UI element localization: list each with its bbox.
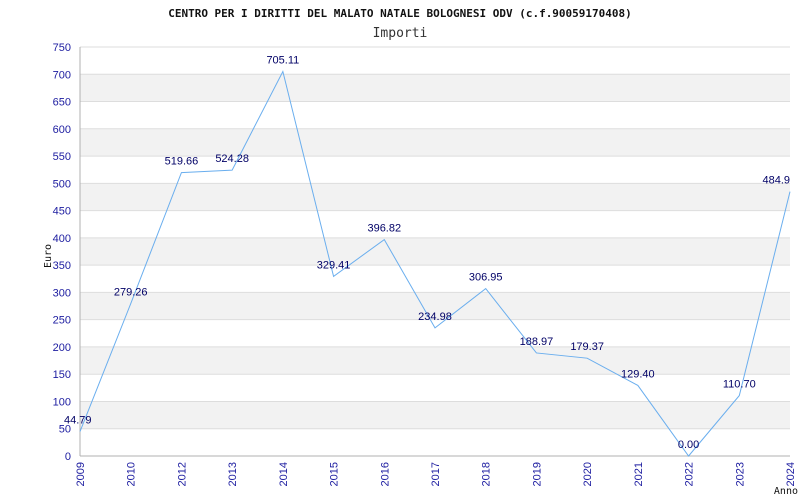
y-tick-label: 450 (53, 206, 71, 218)
data-label: 110.70 (723, 379, 756, 391)
x-tick-label: 2015 (329, 462, 341, 486)
data-label: 179.37 (570, 341, 604, 353)
y-tick-label: 500 (53, 178, 71, 190)
grid-band (80, 183, 790, 211)
x-axis-ticks: 2009 2010 2012 2013 2014 2015 2016 2017 2018 2019… (75, 462, 797, 486)
data-label: 306.95 (469, 272, 503, 284)
x-tick-label: 2024 (785, 462, 797, 486)
y-tick-label: 150 (53, 369, 71, 381)
y-tick-label: 200 (53, 342, 71, 354)
data-label: 44.79 (64, 415, 92, 427)
x-axis-label: Anno (774, 486, 798, 497)
y-tick-label: 250 (53, 315, 71, 327)
line-chart: CENTRO PER I DIRITTI DEL MALATO NATALE B… (43, 7, 798, 497)
y-tick-label: 350 (53, 260, 71, 272)
data-label: 519.66 (165, 156, 199, 168)
x-tick-label: 2009 (75, 462, 87, 486)
chart-subtitle: Importi (373, 26, 428, 41)
x-tick-label: 2022 (684, 462, 696, 486)
y-axis-ticks: 0501001502002503003504004505005506006507… (53, 42, 71, 463)
grid-band (80, 237, 790, 266)
grid-band (80, 401, 790, 429)
grid-band (80, 346, 790, 375)
data-label: 0.00 (678, 439, 699, 451)
x-tick-label: 2012 (176, 462, 188, 486)
x-tick-label: 2017 (430, 462, 442, 486)
y-tick-label: 400 (53, 233, 71, 245)
data-label: 279.26 (114, 287, 148, 299)
data-label: 396.82 (367, 223, 401, 235)
data-label: 329.41 (317, 259, 351, 271)
x-tick-label: 2014 (278, 462, 290, 486)
data-label: 188.97 (520, 336, 554, 348)
y-tick-label: 550 (53, 151, 71, 163)
y-tick-label: 700 (53, 69, 71, 81)
x-tick-label: 2010 (126, 462, 138, 486)
y-tick-label: 100 (53, 396, 71, 408)
y-tick-label: 650 (53, 97, 71, 109)
grid-bands (80, 74, 790, 429)
y-tick-label: 0 (65, 451, 71, 463)
x-tick-label: 2019 (531, 462, 543, 486)
data-label: 484.9 (762, 175, 790, 187)
data-label: 705.11 (266, 54, 299, 66)
x-tick-label: 2016 (379, 462, 391, 486)
chart-title: CENTRO PER I DIRITTI DEL MALATO NATALE B… (168, 7, 632, 20)
y-tick-label: 300 (53, 287, 71, 299)
y-axis-label: Euro (43, 244, 54, 268)
grid-band (80, 74, 790, 102)
data-label: 234.98 (418, 311, 452, 323)
x-tick-label: 2018 (481, 462, 493, 486)
x-tick-label: 2021 (633, 462, 645, 486)
y-tick-label: 600 (53, 124, 71, 136)
x-tick-label: 2020 (582, 462, 594, 486)
x-tick-label: 2013 (227, 462, 239, 486)
data-label: 129.40 (621, 368, 655, 380)
y-tick-label: 750 (53, 42, 71, 54)
x-tick-label: 2023 (734, 462, 746, 486)
data-label: 524.28 (215, 153, 249, 165)
grid-band (80, 128, 790, 157)
